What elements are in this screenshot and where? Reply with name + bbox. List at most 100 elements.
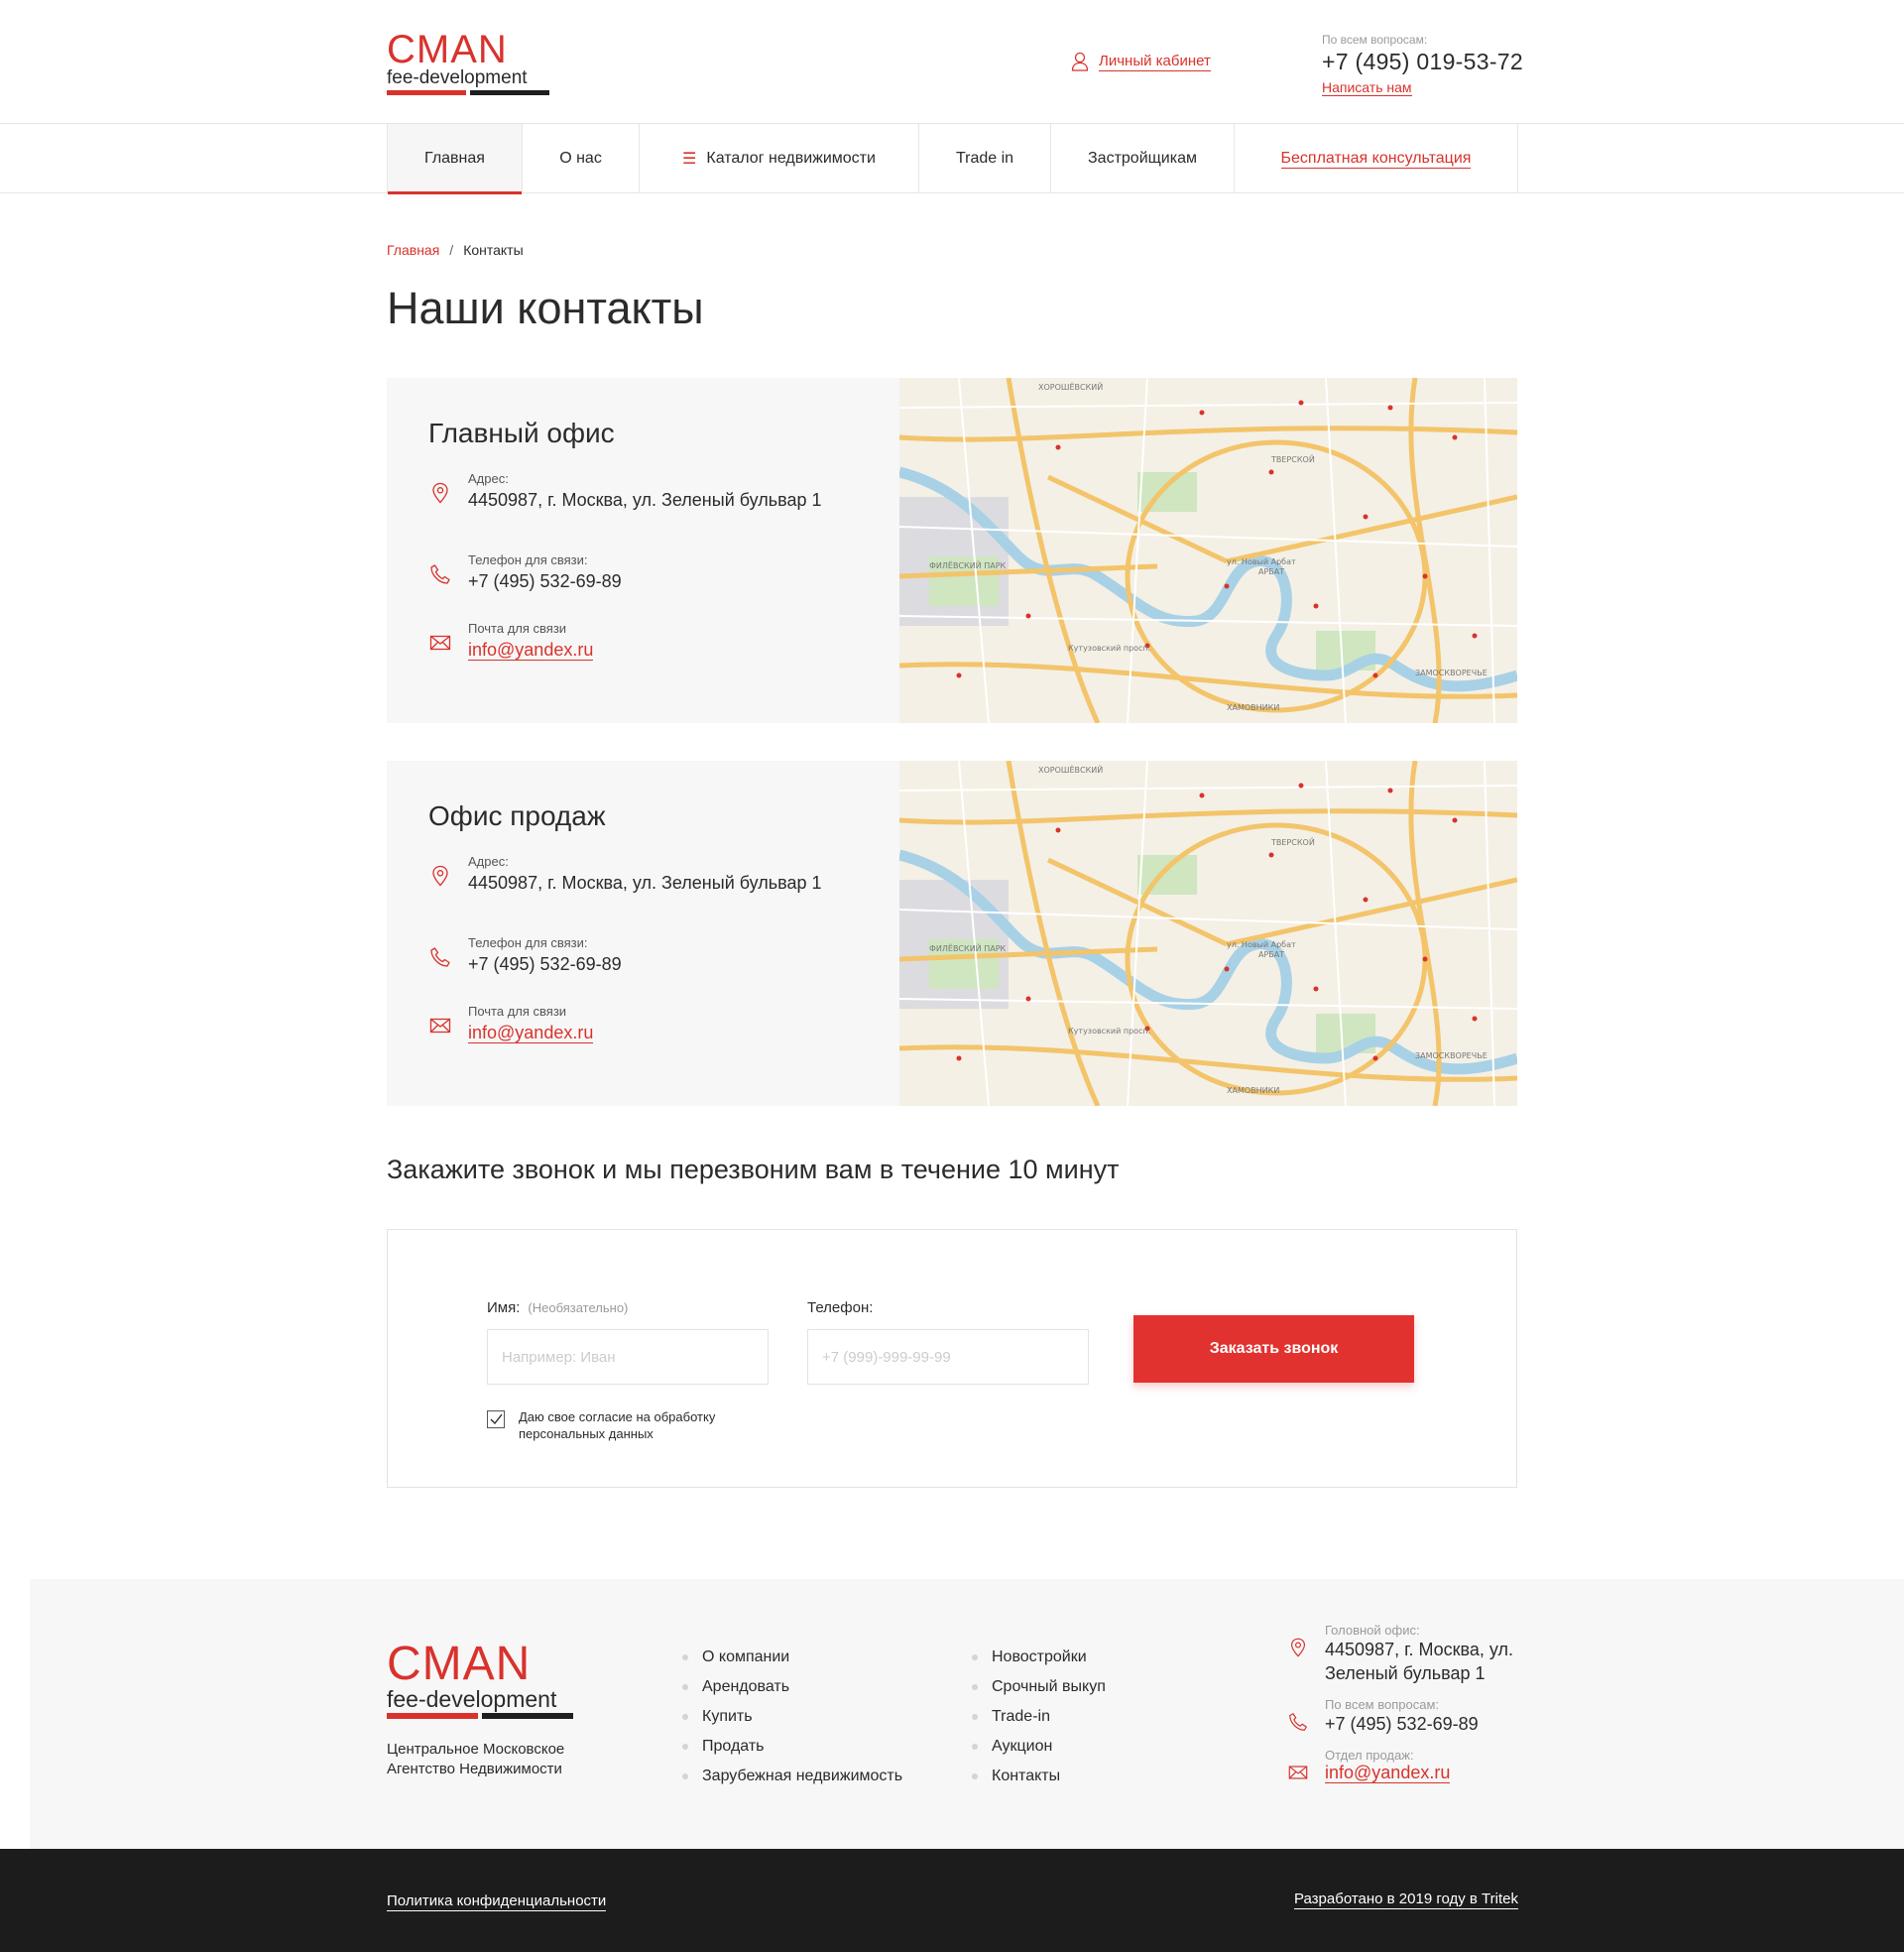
contact-caption: По всем вопросам: — [1322, 33, 1428, 47]
header-contact: По всем вопросам: +7 (495) 019-53-72 Нап… — [1322, 33, 1523, 97]
footer-link[interactable]: Купить — [682, 1702, 902, 1732]
name-field-group: Имя: (Необязательно) — [487, 1299, 769, 1385]
footer: CMAN fee-development Центральное Московс… — [30, 1579, 1904, 1849]
footer-email-link[interactable]: info@yandex.ru — [1325, 1763, 1451, 1783]
mail-icon — [429, 1018, 451, 1034]
map-label: АРБАТ — [1258, 567, 1284, 576]
logo-bars — [387, 90, 555, 95]
office-card-sales: Офис продаж Адрес: 4450987, г. Москва, у… — [387, 761, 1517, 1106]
map-label: ХОРОШЁВСКИЙ — [1038, 764, 1103, 775]
consent-checkbox[interactable] — [487, 1410, 505, 1428]
office-title: Главный офис — [428, 418, 615, 448]
footer-link[interactable]: Новостройки — [972, 1643, 1106, 1672]
header-phone[interactable]: +7 (495) 019-53-72 — [1322, 49, 1523, 75]
breadcrumb: Главная / Контакты — [387, 242, 524, 258]
nav-item-label: Бесплатная консультация — [1280, 149, 1472, 169]
footer-link[interactable]: Продать — [682, 1732, 902, 1762]
phone-icon — [1289, 1713, 1307, 1731]
map-label: ХАМОВНИКИ — [1227, 1086, 1279, 1095]
footer-tagline: Центральное Московское Агентство Недвижи… — [387, 1741, 565, 1777]
footer-link[interactable]: О компании — [682, 1643, 902, 1672]
personal-cabinet-label: Личный кабинет — [1099, 52, 1211, 71]
write-us-link[interactable]: Написать нам — [1322, 79, 1412, 96]
map-label: ул. Новый Арбат — [1227, 557, 1296, 566]
nav-item-about[interactable]: О нас — [522, 124, 639, 193]
footer-link[interactable]: Зарубежная недвижимость — [682, 1762, 902, 1791]
office-phone: Телефон для связи: +7 (495) 532-69-89 — [428, 935, 865, 1004]
office-card-main: Главный офис Адрес: 4450987, г. Москва, … — [387, 378, 1517, 723]
phone-input[interactable] — [807, 1329, 1089, 1385]
mail-icon — [429, 635, 451, 651]
office-address: 4450987, г. Москва, ул. Зеленый бульвар … — [1325, 1640, 1514, 1683]
footer-email: Отдел продаж: info@yandex.ru — [1287, 1748, 1545, 1783]
nav-item-free-consultation[interactable]: Бесплатная консультация — [1234, 124, 1517, 193]
developer-link[interactable]: Разработано в 2019 году в Tritek — [1293, 1891, 1518, 1909]
office-map[interactable]: ХОРОШЁВСКИЙ ФИЛЁВСКИЙ ПАРК ТВЕРСКОЙ АРБА… — [899, 378, 1517, 723]
nav-item-trade-in[interactable]: Trade in — [918, 124, 1050, 193]
logo-bars — [387, 1713, 573, 1719]
name-label: Имя: — [487, 1299, 521, 1316]
address-caption: Адрес: — [468, 471, 509, 486]
office-phone: Телефон для связи: +7 (495) 532-69-89 — [428, 552, 865, 621]
consent-checkbox-row: Даю свое согласие на обработку персональ… — [487, 1408, 737, 1442]
logo-word: CMAN — [387, 1638, 532, 1690]
phone-icon — [430, 564, 450, 584]
personal-cabinet-link[interactable]: Личный кабинет — [1071, 52, 1211, 71]
footer-link[interactable]: Контакты — [972, 1762, 1106, 1791]
nav-item-label: Каталог недвижимости — [706, 150, 876, 167]
office-title: Офис продаж — [428, 800, 606, 831]
map-label: ХОРОШЁВСКИЙ — [1038, 381, 1103, 392]
footer-link[interactable]: Срочный выкуп — [972, 1672, 1106, 1702]
phone-label: Телефон: — [807, 1299, 874, 1316]
nav-item-catalog[interactable]: ☰ Каталог недвижимости — [639, 124, 918, 193]
footer-link[interactable]: Trade-in — [972, 1702, 1106, 1732]
breadcrumb-home[interactable]: Главная — [387, 242, 439, 258]
location-pin-icon — [1290, 1638, 1306, 1657]
callback-title: Закажите звонок и мы перезвоним вам в те… — [387, 1155, 1120, 1184]
logo-subtitle: fee-development — [387, 67, 528, 88]
phone-value[interactable]: +7 (495) 532-69-89 — [468, 571, 865, 592]
map-label: ТВЕРСКОЙ — [1270, 836, 1315, 847]
office-caption: Головной офис: — [1325, 1623, 1420, 1638]
address-value: 4450987, г. Москва, ул. Зеленый бульвар … — [468, 490, 822, 510]
map-label: АРБАТ — [1258, 950, 1284, 959]
footer-link[interactable]: Арендовать — [682, 1672, 902, 1702]
office-info: Офис продаж Адрес: 4450987, г. Москва, у… — [428, 800, 865, 1043]
footer-office: Головной офис: 4450987, г. Москва, ул. З… — [1287, 1623, 1545, 1685]
bottom-bar: Политика конфиденциальности Разработано … — [0, 1849, 1904, 1952]
callback-form: Имя: (Необязательно) Телефон: Заказать зв… — [387, 1229, 1517, 1488]
map-label: ЗАМОСКВОРЕЧЬЕ — [1415, 669, 1488, 677]
logo-word: CMAN — [387, 28, 508, 71]
consent-label: Даю свое согласие на обработку персональ… — [519, 1409, 716, 1441]
office-map[interactable]: ХОРОШЁВСКИЙ ФИЛЁВСКИЙ ПАРК ТВЕРСКОЙ АРБА… — [899, 761, 1517, 1106]
main-nav: Главная О нас ☰ Каталог недвижимости Tra… — [0, 124, 1904, 194]
address-caption: Адрес: — [468, 854, 509, 869]
nav-item-developers[interactable]: Застройщикам — [1050, 124, 1234, 193]
footer-link[interactable]: Аукцион — [972, 1732, 1106, 1762]
user-icon — [1071, 52, 1089, 71]
questions-caption: По всем вопросам: — [1325, 1697, 1439, 1712]
order-call-button[interactable]: Заказать звонок — [1133, 1315, 1414, 1383]
location-pin-icon — [432, 482, 448, 504]
footer-logo[interactable]: CMAN fee-development — [387, 1641, 573, 1719]
phone-icon — [430, 947, 450, 967]
location-pin-icon — [432, 865, 448, 887]
logo[interactable]: CMAN fee-development — [387, 30, 555, 97]
nav-item-label: Trade in — [955, 150, 1014, 167]
footer-links-col-1: О компании Арендовать Купить Продать Зар… — [682, 1643, 902, 1791]
nav-items: Главная О нас ☰ Каталог недвижимости Tra… — [387, 124, 1518, 194]
phone-value[interactable]: +7 (495) 532-69-89 — [468, 954, 865, 975]
map-label: Кутузовский просп. — [1068, 644, 1150, 653]
privacy-policy-link[interactable]: Политика конфиденциальности — [387, 1892, 607, 1911]
email-link[interactable]: info@yandex.ru — [468, 640, 594, 661]
name-optional-note: (Необязательно) — [528, 1300, 629, 1315]
office-email: Почта для связи info@yandex.ru — [428, 1004, 865, 1043]
email-caption: Почта для связи — [468, 621, 567, 636]
footer-phone-value[interactable]: +7 (495) 532-69-89 — [1325, 1712, 1545, 1736]
breadcrumb-separator: / — [449, 242, 454, 258]
nav-item-home[interactable]: Главная — [387, 124, 522, 194]
email-link[interactable]: info@yandex.ru — [468, 1023, 594, 1043]
map-label: ХАМОВНИКИ — [1227, 703, 1279, 712]
name-input[interactable] — [487, 1329, 769, 1385]
office-info: Главный офис Адрес: 4450987, г. Москва, … — [428, 418, 865, 661]
